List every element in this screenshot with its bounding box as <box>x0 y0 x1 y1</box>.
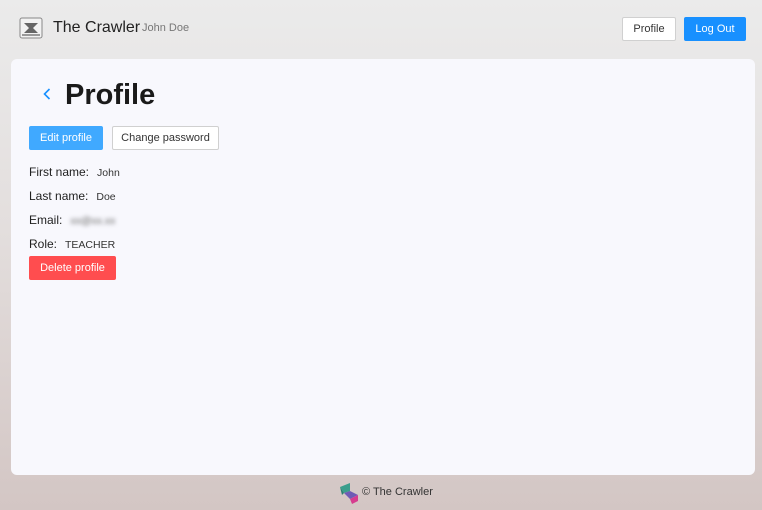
crawler-logo-icon <box>337 481 361 505</box>
profile-button[interactable]: Profile <box>622 17 676 41</box>
delete-profile-button[interactable]: Delete profile <box>29 256 116 280</box>
edit-profile-button[interactable]: Edit profile <box>29 126 103 150</box>
app-title: The Crawler <box>53 19 141 36</box>
footer: © The Crawler <box>0 478 762 508</box>
change-password-button[interactable]: Change password <box>112 126 219 150</box>
current-user-name: John Doe <box>142 22 190 34</box>
chevron-left-icon[interactable] <box>40 86 54 102</box>
first-name-label: First name: <box>29 165 90 179</box>
last-name-field: Last name: Doe <box>29 189 116 203</box>
last-name-value: Doe <box>96 191 116 203</box>
email-label: Email: <box>29 213 63 227</box>
top-header: The Crawler John Doe Profile Log Out <box>0 0 762 58</box>
logout-button[interactable]: Log Out <box>684 17 746 41</box>
role-label: Role: <box>29 237 58 251</box>
school-logo-icon[interactable] <box>19 17 43 39</box>
last-name-label: Last name: <box>29 189 89 203</box>
profile-card: Profile Edit profile Change password Fir… <box>11 59 755 475</box>
email-value: xx@xx.xx <box>70 215 116 227</box>
first-name-value: John <box>97 167 120 179</box>
email-field: Email: xx@xx.xx <box>29 213 115 227</box>
role-value: TEACHER <box>65 239 116 251</box>
page-title: Profile <box>65 79 156 111</box>
footer-copyright: © The Crawler <box>362 486 433 498</box>
role-field: Role: TEACHER <box>29 237 115 251</box>
first-name-field: First name: John <box>29 165 120 179</box>
